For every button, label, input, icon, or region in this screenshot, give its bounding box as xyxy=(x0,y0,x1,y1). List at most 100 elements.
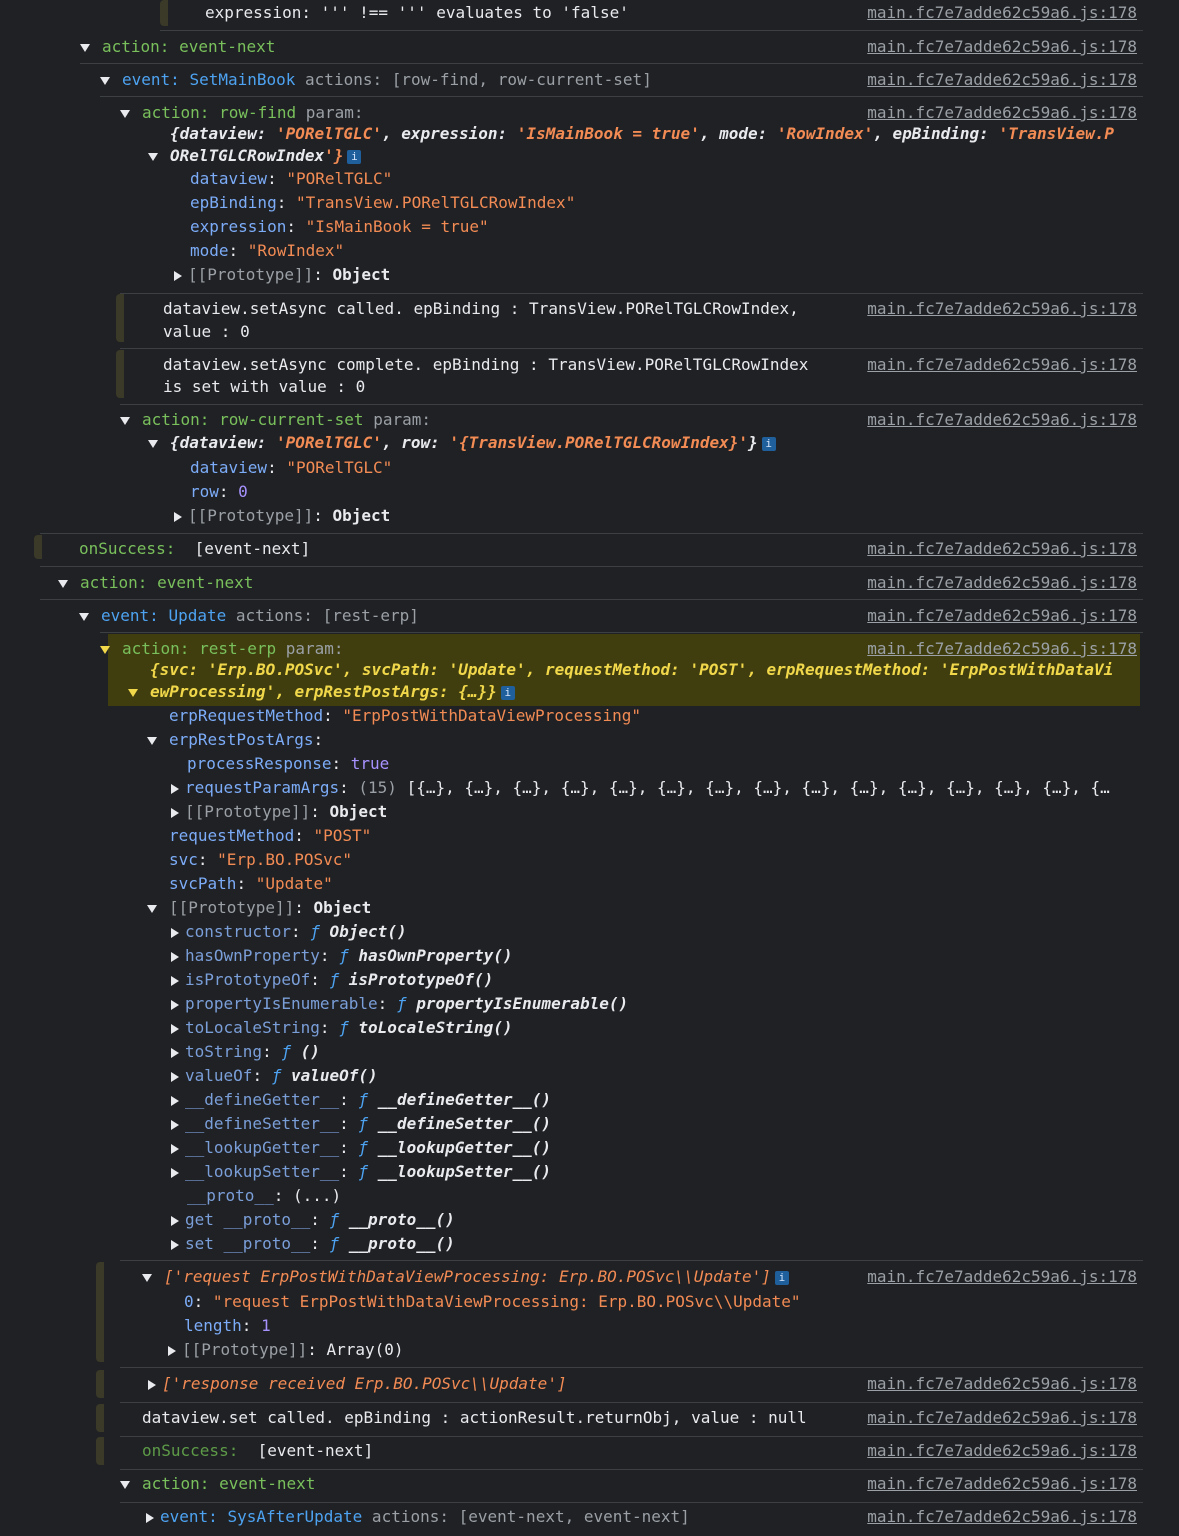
source-link[interactable]: main.fc7e7adde62c59a6.js:178 xyxy=(867,37,1137,56)
collapse-arrow-icon[interactable] xyxy=(174,270,182,281)
divider xyxy=(100,96,1143,97)
collapse-arrow-icon[interactable] xyxy=(168,1345,176,1356)
text-span: erpRestPostArgs xyxy=(169,730,314,749)
text-span: is set with value : 0 xyxy=(163,377,366,396)
text-span: Update xyxy=(168,606,227,625)
prototype-member[interactable]: __lookupSetter__: ƒ __lookupSetter__() xyxy=(171,1161,1179,1183)
collapse-arrow-icon[interactable] xyxy=(171,951,179,962)
collapse-arrow-icon[interactable] xyxy=(171,783,179,794)
source-link[interactable]: main.fc7e7adde62c59a6.js:178 xyxy=(867,1507,1137,1526)
source-link[interactable]: main.fc7e7adde62c59a6.js:178 xyxy=(867,606,1137,625)
expand-arrow-icon[interactable] xyxy=(100,645,110,654)
info-icon[interactable]: i xyxy=(774,1270,789,1285)
source-link[interactable]: main.fc7e7adde62c59a6.js:178 xyxy=(867,1374,1137,1393)
collapse-arrow-icon[interactable] xyxy=(171,807,179,818)
expand-arrow-icon[interactable] xyxy=(79,612,89,621)
collapse-arrow-icon[interactable] xyxy=(146,1512,154,1523)
prototype-member[interactable]: __defineSetter__: ƒ __defineSetter__() xyxy=(171,1113,1179,1135)
prototype-member[interactable]: __defineGetter__: ƒ __defineGetter__() xyxy=(171,1089,1179,1111)
expand-arrow-icon[interactable] xyxy=(147,904,157,913)
text-span: "TransView.PORelTGLCRowIndex" xyxy=(295,193,576,212)
info-icon[interactable]: i xyxy=(761,436,776,451)
source-link[interactable]: main.fc7e7adde62c59a6.js:178 xyxy=(867,1441,1137,1460)
source-link-wrap: main.fc7e7adde62c59a6.js:178 xyxy=(867,538,1137,560)
text-span: "Erp.BO.POSvc" xyxy=(217,850,353,869)
text-span: "RowIndex" xyxy=(247,241,345,260)
group-indent-bar xyxy=(116,350,124,398)
text-span: expression: ''' !== ''' evaluates to 'fa… xyxy=(205,3,629,22)
source-link-wrap: main.fc7e7adde62c59a6.js:178 xyxy=(867,1506,1137,1528)
text-span: propertyIsEnumerable() xyxy=(416,994,629,1013)
source-link[interactable]: main.fc7e7adde62c59a6.js:178 xyxy=(867,103,1137,122)
collapse-arrow-icon[interactable] xyxy=(171,927,179,938)
collapse-arrow-icon[interactable] xyxy=(171,1095,179,1106)
collapse-arrow-icon[interactable] xyxy=(171,999,179,1010)
string-value: ', erpRestPostArgs: {…}} xyxy=(265,682,497,701)
expand-arrow-icon[interactable] xyxy=(147,736,157,745)
collapse-arrow-icon[interactable] xyxy=(171,1239,179,1250)
expand-arrow-icon[interactable] xyxy=(100,76,110,85)
expand-arrow-icon[interactable] xyxy=(142,1273,152,1282)
prototype-member[interactable]: toString: ƒ () xyxy=(171,1041,1179,1063)
source-link[interactable]: main.fc7e7adde62c59a6.js:178 xyxy=(867,70,1137,89)
text-span: Object xyxy=(329,802,388,821)
expand-arrow-icon[interactable] xyxy=(58,579,68,588)
expand-arrow-icon[interactable] xyxy=(148,152,158,161)
text-span: [[Prototype]] xyxy=(188,265,314,284)
prototype-member[interactable]: constructor: ƒ Object() xyxy=(171,921,1179,943)
source-link[interactable]: main.fc7e7adde62c59a6.js:178 xyxy=(867,355,1137,374)
text-span: [[Prototype]] xyxy=(188,506,314,525)
text-span: ƒ xyxy=(329,1210,340,1229)
prototype-member[interactable]: propertyIsEnumerable: ƒ propertyIsEnumer… xyxy=(171,993,1179,1015)
expand-arrow-icon[interactable] xyxy=(120,109,130,118)
expand-arrow-icon[interactable] xyxy=(120,416,130,425)
prototype-member[interactable]: valueOf: ƒ valueOf() xyxy=(171,1065,1179,1087)
info-icon[interactable]: i xyxy=(500,685,515,700)
source-link[interactable]: main.fc7e7adde62c59a6.js:178 xyxy=(867,573,1137,592)
collapse-arrow-icon[interactable] xyxy=(171,975,179,986)
source-link[interactable]: main.fc7e7adde62c59a6.js:178 xyxy=(867,3,1137,22)
text-span: __defineGetter__ xyxy=(185,1090,340,1109)
text-span: ƒ xyxy=(310,922,320,941)
prototype-member[interactable]: __lookupGetter__: ƒ __lookupGetter__() xyxy=(171,1137,1179,1159)
collapse-arrow-icon[interactable] xyxy=(171,1047,179,1058)
source-link[interactable]: main.fc7e7adde62c59a6.js:178 xyxy=(867,1267,1137,1286)
collapse-arrow-icon[interactable] xyxy=(174,511,182,522)
text-span: event: xyxy=(160,1507,228,1526)
expand-arrow-icon[interactable] xyxy=(120,1480,130,1489)
collapse-arrow-icon[interactable] xyxy=(171,1167,179,1178)
text-span: Object xyxy=(332,265,391,284)
source-link[interactable]: main.fc7e7adde62c59a6.js:178 xyxy=(867,1474,1137,1493)
source-link[interactable]: main.fc7e7adde62c59a6.js:178 xyxy=(867,1408,1137,1427)
text-span: ['response received Erp.BO.POSvc\\Update… xyxy=(162,1374,567,1393)
console-line: dataview: "PORelTGLC" xyxy=(190,169,393,188)
group-indent-bar xyxy=(96,1437,104,1465)
collapse-arrow-icon[interactable] xyxy=(171,1071,179,1082)
text-span: Array(0) xyxy=(326,1340,404,1359)
text-span: valueOf xyxy=(185,1066,253,1085)
text-span: toString xyxy=(185,1042,263,1061)
source-link[interactable]: main.fc7e7adde62c59a6.js:178 xyxy=(867,410,1137,429)
collapse-arrow-icon[interactable] xyxy=(171,1119,179,1130)
string-value: 'POST' xyxy=(689,660,748,679)
expand-arrow-icon[interactable] xyxy=(148,439,158,448)
source-link[interactable]: main.fc7e7adde62c59a6.js:178 xyxy=(867,639,1137,658)
collapse-arrow-icon[interactable] xyxy=(171,1023,179,1034)
console-line: length: 1 xyxy=(184,1316,271,1335)
text-span: (15) xyxy=(358,778,397,797)
text-span: isPrototypeOf xyxy=(185,970,311,989)
source-link[interactable]: main.fc7e7adde62c59a6.js:178 xyxy=(867,539,1137,558)
collapse-arrow-icon[interactable] xyxy=(171,1143,179,1154)
info-icon[interactable]: i xyxy=(347,149,362,164)
text-span: isPrototypeOf() xyxy=(348,970,494,989)
collapse-arrow-icon[interactable] xyxy=(171,1215,179,1226)
expand-arrow-icon[interactable] xyxy=(128,688,138,697)
source-link[interactable]: main.fc7e7adde62c59a6.js:178 xyxy=(867,299,1137,318)
text-span: [[Prototype]] xyxy=(182,1340,308,1359)
expand-arrow-icon[interactable] xyxy=(80,43,90,52)
collapse-arrow-icon[interactable] xyxy=(148,1379,156,1390)
text-span: [[Prototype]] xyxy=(169,898,295,917)
prototype-member[interactable]: hasOwnProperty: ƒ hasOwnProperty() xyxy=(171,945,1179,967)
prototype-member[interactable]: isPrototypeOf: ƒ isPrototypeOf() xyxy=(171,969,1179,991)
prototype-member[interactable]: toLocaleString: ƒ toLocaleString() xyxy=(171,1017,1179,1039)
